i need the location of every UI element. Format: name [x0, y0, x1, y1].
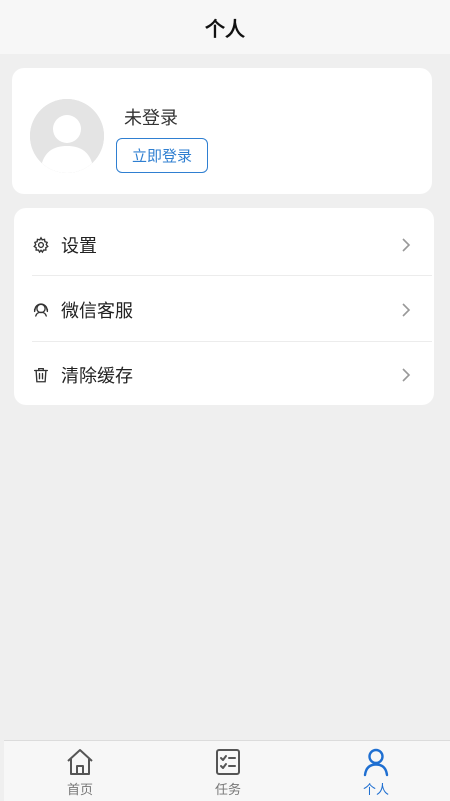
default-avatar-icon: [30, 99, 104, 173]
gear-icon: [32, 236, 50, 254]
chevron-right-icon: [400, 302, 412, 318]
menu-item-wechat-service[interactable]: 微信客服: [14, 277, 434, 342]
home-icon: [65, 747, 95, 777]
tab-label: 首页: [66, 783, 93, 798]
menu-item-label: 设置: [61, 235, 97, 257]
avatar[interactable]: [30, 99, 104, 173]
menu-item-clear-cache[interactable]: 清除缓存: [14, 342, 434, 407]
divider: [32, 275, 432, 276]
menu-card: 设置 微信客服 清除缓存: [14, 208, 434, 405]
menu-item-label: 清除缓存: [61, 365, 133, 387]
person-icon: [361, 747, 391, 777]
tab-label: 个人: [362, 783, 389, 798]
chevron-right-icon: [400, 367, 412, 383]
menu-item-settings[interactable]: 设置: [14, 212, 434, 277]
bottom-tab-bar: 首页 任务 个人: [4, 740, 450, 801]
headset-icon: [32, 301, 50, 319]
trash-icon: [32, 366, 50, 384]
tab-profile[interactable]: 个人: [302, 741, 450, 801]
menu-item-label: 微信客服: [61, 300, 133, 322]
page-title: 个人: [205, 16, 245, 41]
page-header: 个人: [0, 0, 450, 54]
login-button[interactable]: 立即登录: [116, 138, 208, 173]
login-status-text: 未登录: [124, 108, 178, 129]
task-list-icon: [213, 747, 243, 777]
tab-label: 任务: [214, 783, 241, 798]
profile-card: 未登录 立即登录: [12, 68, 432, 194]
chevron-right-icon: [400, 237, 412, 253]
tab-home[interactable]: 首页: [6, 741, 154, 801]
tab-tasks[interactable]: 任务: [154, 741, 302, 801]
